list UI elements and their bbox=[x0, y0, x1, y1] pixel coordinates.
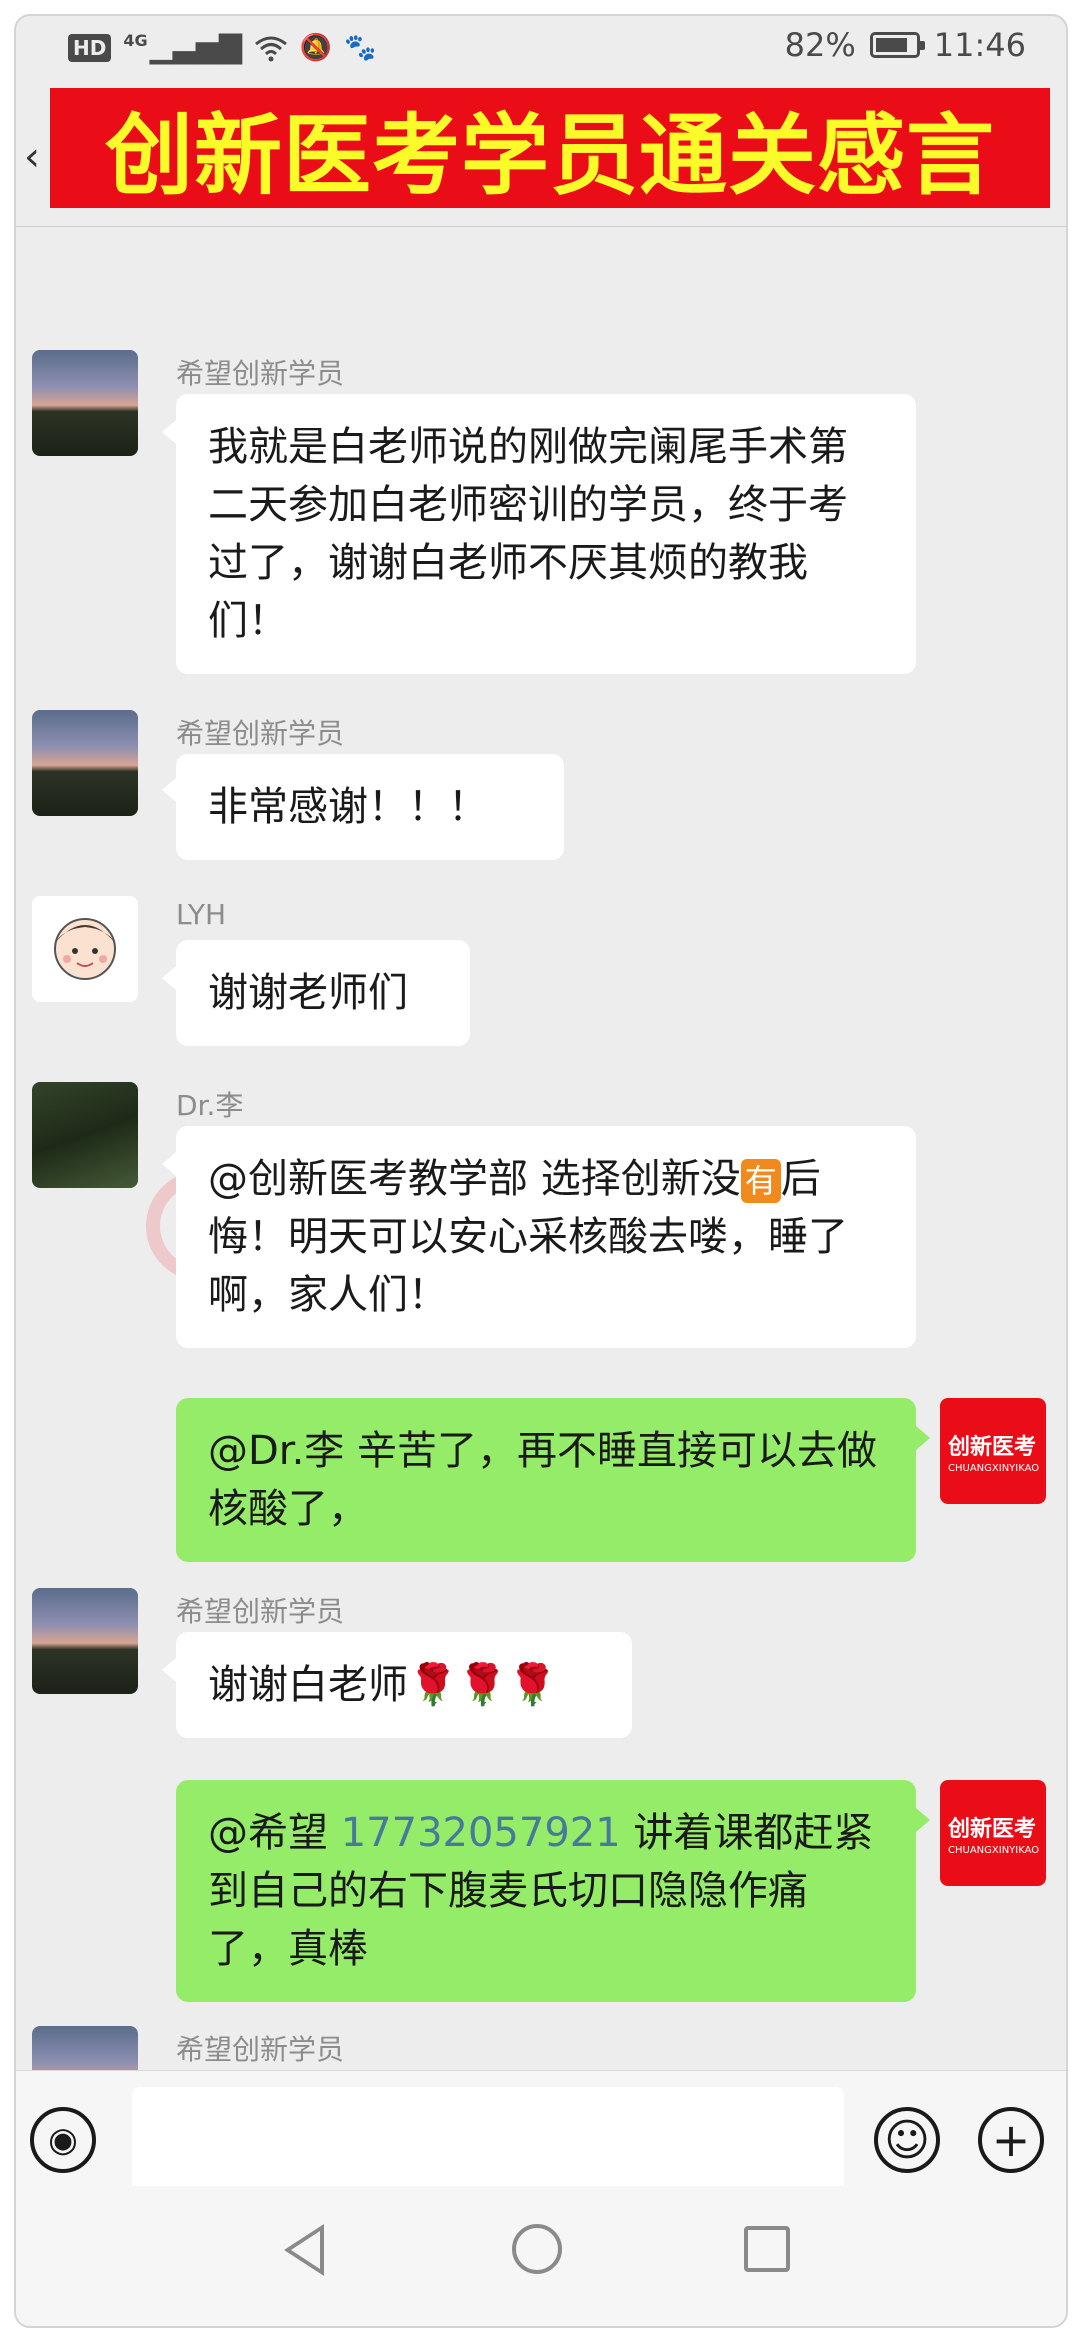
avatar[interactable] bbox=[32, 350, 138, 456]
sender-name: 希望创新学员 bbox=[176, 717, 345, 750]
bubble-tail bbox=[162, 1658, 176, 1682]
banner-title: 创新医考学员通关感言 bbox=[50, 88, 1050, 208]
wifi-icon bbox=[254, 36, 287, 61]
app-icon: 🐾 bbox=[344, 32, 377, 63]
system-nav-bar bbox=[16, 2186, 1066, 2326]
mute-icon: 🔕 bbox=[299, 32, 333, 63]
battery-icon bbox=[869, 32, 925, 58]
bubble-tail bbox=[162, 778, 176, 802]
message-input[interactable] bbox=[132, 2087, 844, 2191]
clock: 11:46 bbox=[933, 26, 1026, 64]
bubble-tail bbox=[162, 966, 176, 990]
sender-name: 希望创新学员 bbox=[176, 2033, 345, 2066]
sender-name: LYH bbox=[176, 898, 227, 931]
cartoon-avatar-icon bbox=[54, 918, 116, 980]
my-avatar[interactable]: 创新医考 CHUANGXINYIKAO bbox=[940, 1398, 1046, 1504]
signal-icon: ▁▃▅▇ bbox=[149, 30, 242, 65]
message-text: @创新医考教学部 选择创新没 bbox=[208, 1156, 741, 1202]
bubble-tail bbox=[162, 420, 176, 444]
nav-home-icon[interactable] bbox=[512, 2224, 562, 2274]
sender-name: 希望创新学员 bbox=[176, 1595, 345, 1628]
status-bar: HD 4G ▁▃▅▇ 🔕 🐾 82% 11:46 bbox=[16, 16, 1066, 80]
battery-percent: 82% bbox=[784, 26, 856, 64]
bubble-tail bbox=[916, 1808, 930, 1832]
brand-logo-subtext: CHUANGXINYIKAO bbox=[948, 1462, 1040, 1474]
avatar[interactable] bbox=[32, 896, 138, 1002]
nav-recents-icon[interactable] bbox=[744, 2226, 790, 2272]
back-icon[interactable]: ‹ bbox=[24, 134, 40, 180]
avatar[interactable] bbox=[32, 1082, 138, 1188]
voice-icon[interactable]: ◉ bbox=[30, 2107, 96, 2173]
sender-name: 希望创新学员 bbox=[176, 357, 345, 390]
message-bubble[interactable]: 谢谢老师们 bbox=[176, 940, 470, 1046]
message-text: @希望 bbox=[208, 1810, 341, 1856]
sender-name: Dr.李 bbox=[176, 1089, 244, 1122]
phone-number-link[interactable]: 17732057921 bbox=[341, 1810, 621, 1856]
avatar[interactable] bbox=[32, 710, 138, 816]
brand-logo-subtext: CHUANGXINYIKAO bbox=[948, 1844, 1040, 1856]
message-bubble[interactable]: @创新医考教学部 选择创新没有后悔！明天可以安心采核酸去喽，睡了啊，家人们！ bbox=[176, 1126, 916, 1348]
bubble-tail bbox=[162, 1152, 176, 1176]
emoji-icon[interactable]: ☺ bbox=[874, 2107, 940, 2173]
brand-logo-text: 创新医考 bbox=[948, 1816, 1037, 1842]
you-emoji-badge: 有 bbox=[740, 1159, 781, 1203]
phone-screen: HD 4G ▁▃▅▇ 🔕 🐾 82% 11:46 ‹ 创新医考学员通关感言 创新… bbox=[14, 14, 1068, 2328]
message-bubble[interactable]: @希望 17732057921 讲着课都赶紧到自己的右下腹麦氏切口隐隐作痛了，真… bbox=[176, 1780, 916, 2002]
message-bubble[interactable]: @Dr.李 辛苦了，再不睡直接可以去做核酸了， bbox=[176, 1398, 916, 1562]
hd-icon: HD bbox=[68, 33, 112, 62]
avatar[interactable] bbox=[32, 1588, 138, 1694]
nav-back-icon[interactable] bbox=[284, 2224, 324, 2276]
input-bar: ◉ ☺ + bbox=[16, 2070, 1066, 2191]
message-bubble[interactable]: 谢谢白老师🌹🌹🌹 bbox=[176, 1632, 632, 1738]
add-icon[interactable]: + bbox=[978, 2107, 1044, 2173]
header-divider bbox=[16, 226, 1066, 227]
network-type: 4G bbox=[123, 31, 148, 50]
message-bubble[interactable]: 我就是白老师说的刚做完阑尾手术第二天参加白老师密训的学员，终于考过了，谢谢白老师… bbox=[176, 394, 916, 674]
brand-logo-text: 创新医考 bbox=[948, 1434, 1037, 1460]
message-bubble[interactable]: 非常感谢！！！ bbox=[176, 754, 564, 860]
my-avatar[interactable]: 创新医考 CHUANGXINYIKAO bbox=[940, 1780, 1046, 1886]
bubble-tail bbox=[916, 1426, 930, 1450]
